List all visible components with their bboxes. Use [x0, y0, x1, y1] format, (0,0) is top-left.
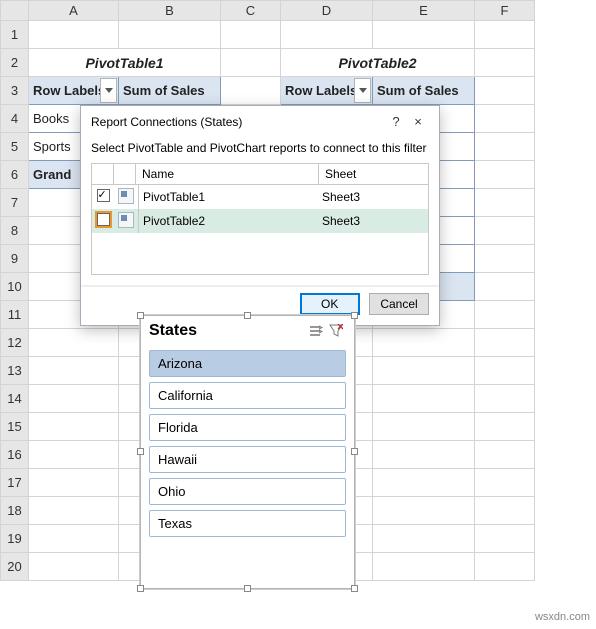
report-connections-dialog: Report Connections (States) ? × Select P… — [80, 105, 440, 326]
help-button[interactable]: ? — [385, 114, 407, 129]
dialog-titlebar[interactable]: Report Connections (States) ? × — [81, 106, 439, 135]
pivot2-title: PivotTable2 — [281, 49, 475, 77]
row-header[interactable]: 18 — [1, 497, 29, 525]
dropdown-icon[interactable] — [354, 78, 371, 103]
clear-filter-icon[interactable] — [326, 324, 346, 338]
row-header[interactable]: 8 — [1, 217, 29, 245]
item-name: PivotTable1 — [139, 185, 319, 209]
col-header[interactable]: D — [281, 1, 373, 21]
slicer-item[interactable]: Ohio — [149, 478, 346, 505]
slicer-title: States — [149, 322, 306, 340]
resize-handle[interactable] — [137, 448, 144, 455]
resize-handle[interactable] — [137, 585, 144, 592]
row-header[interactable]: 17 — [1, 469, 29, 497]
resize-handle[interactable] — [244, 312, 251, 319]
item-name: PivotTable2 — [139, 209, 319, 233]
col-name-header[interactable]: Name — [136, 164, 319, 185]
row-header[interactable]: 20 — [1, 553, 29, 581]
label: Row Labels — [285, 83, 357, 98]
pivot2-rowlabels-header[interactable]: Row Labels — [281, 77, 373, 105]
pivottable-icon — [118, 212, 134, 228]
pivot1-rowlabels-header[interactable]: Row Labels — [29, 77, 119, 105]
label: Row Labels — [33, 83, 105, 98]
states-slicer[interactable]: States Arizona California Florida Hawaii Ohi… — [140, 315, 355, 589]
checkbox[interactable] — [97, 213, 110, 226]
resize-handle[interactable] — [137, 312, 144, 319]
pivot1-sum-header: Sum of Sales — [119, 77, 221, 105]
row-header[interactable]: 10 — [1, 273, 29, 301]
checkbox[interactable] — [97, 189, 110, 202]
watermark: wsxdn.com — [535, 611, 590, 623]
close-button[interactable]: × — [407, 114, 429, 129]
resize-handle[interactable] — [351, 585, 358, 592]
row-header[interactable]: 14 — [1, 385, 29, 413]
slicer-item[interactable]: Arizona — [149, 350, 346, 377]
row-header[interactable]: 2 — [1, 49, 29, 77]
col-header[interactable]: B — [119, 1, 221, 21]
row-header[interactable]: 12 — [1, 329, 29, 357]
slicer-item[interactable]: California — [149, 382, 346, 409]
slicer-item[interactable]: Florida — [149, 414, 346, 441]
pivottable-icon — [118, 188, 134, 204]
slicer-item[interactable]: Texas — [149, 510, 346, 537]
dialog-row[interactable]: PivotTable1Sheet3 — [92, 185, 428, 209]
row-header[interactable]: 5 — [1, 133, 29, 161]
slicer-item[interactable]: Hawaii — [149, 446, 346, 473]
dialog-row[interactable]: PivotTable2Sheet3 — [92, 209, 428, 233]
dialog-table: Name Sheet — [91, 163, 429, 185]
corner-cell — [1, 1, 29, 21]
item-sheet: Sheet3 — [318, 209, 428, 233]
row-header[interactable]: 15 — [1, 413, 29, 441]
dialog-title: Report Connections (States) — [91, 115, 385, 129]
pivot2-sum-header: Sum of Sales — [373, 77, 475, 105]
row-header[interactable]: 11 — [1, 301, 29, 329]
resize-handle[interactable] — [351, 312, 358, 319]
row-header[interactable]: 16 — [1, 441, 29, 469]
dropdown-icon[interactable] — [100, 78, 117, 103]
resize-handle[interactable] — [244, 585, 251, 592]
cancel-button[interactable]: Cancel — [369, 293, 429, 315]
col-header[interactable]: A — [29, 1, 119, 21]
resize-handle[interactable] — [351, 448, 358, 455]
item-sheet: Sheet3 — [318, 185, 428, 209]
row-header[interactable]: 13 — [1, 357, 29, 385]
row-header[interactable]: 19 — [1, 525, 29, 553]
col-header[interactable]: F — [475, 1, 535, 21]
dialog-message: Select PivotTable and PivotChart reports… — [91, 141, 429, 155]
row-header[interactable]: 1 — [1, 21, 29, 49]
row-header[interactable]: 6 — [1, 161, 29, 189]
row-header[interactable]: 9 — [1, 245, 29, 273]
row-header[interactable]: 4 — [1, 105, 29, 133]
col-sheet-header[interactable]: Sheet — [319, 164, 429, 185]
pivot1-title: PivotTable1 — [29, 49, 221, 77]
col-header[interactable]: E — [373, 1, 475, 21]
multi-select-icon[interactable] — [306, 324, 326, 338]
row-header[interactable]: 3 — [1, 77, 29, 105]
row-header[interactable]: 7 — [1, 189, 29, 217]
col-header[interactable]: C — [221, 1, 281, 21]
